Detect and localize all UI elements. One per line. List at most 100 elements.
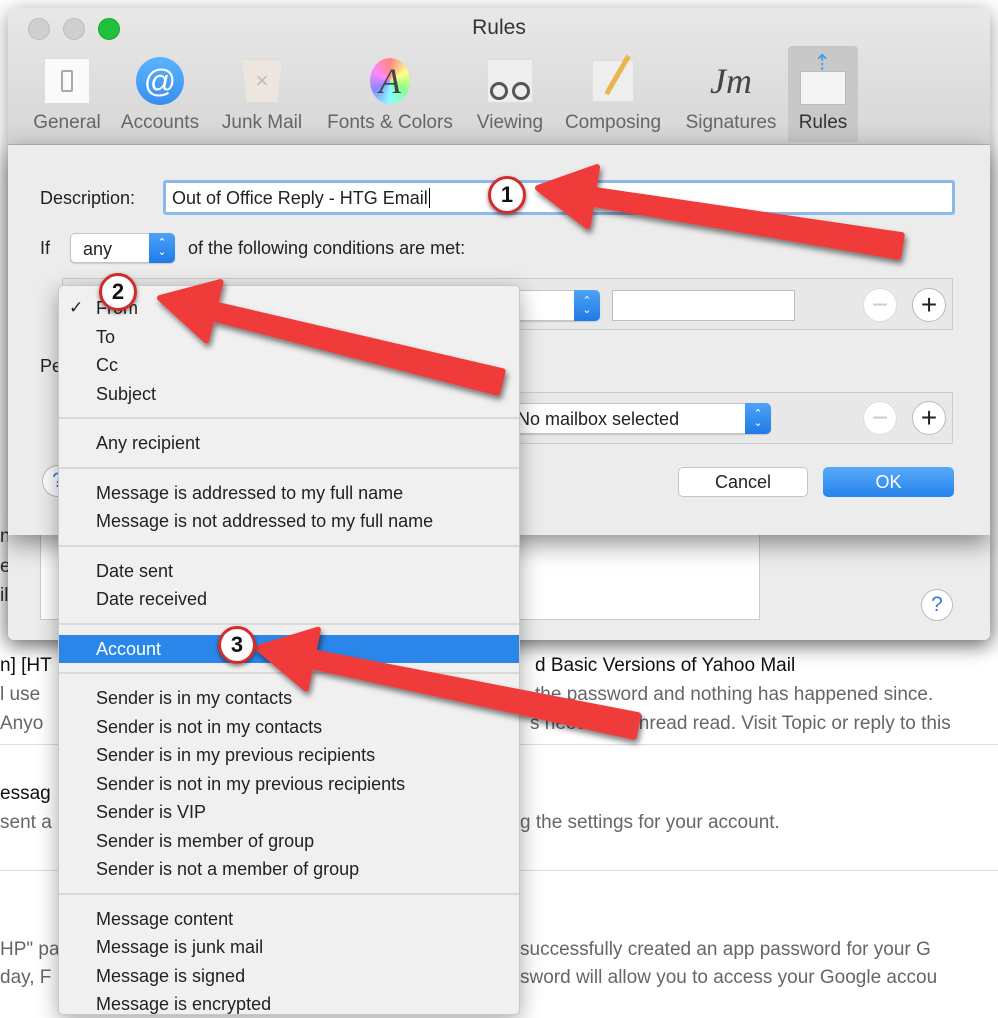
rules-envelope-icon: ⇡: [798, 50, 848, 106]
at-icon: @: [135, 56, 185, 106]
stepper-icon: ⌃ ⌄: [745, 403, 771, 434]
tab-label: Signatures: [685, 112, 777, 133]
menu-separator: [59, 892, 519, 895]
menu-item-label: Sender is member of group: [96, 830, 315, 851]
remove-action-button[interactable]: −: [863, 401, 897, 435]
menu-item-label: Sender is not a member of group: [96, 859, 360, 879]
tab-label: General: [33, 112, 101, 133]
tab-signatures[interactable]: Jm Signatures: [676, 46, 786, 142]
menu-item-label: To: [96, 326, 116, 347]
menu-item-label: Any recipient: [96, 433, 201, 453]
tab-viewing[interactable]: Viewing: [468, 46, 552, 142]
tab-junk-mail[interactable]: × Junk Mail: [214, 46, 310, 142]
menu-item-any-recipient[interactable]: Any recipient: [59, 429, 519, 457]
if-label: If: [40, 238, 51, 258]
menu-item-sender-is-not-in-my-previous-recipients[interactable]: Sender is not in my previous recipients: [59, 770, 519, 798]
description-input[interactable]: Out of Office Reply - HTG Email: [163, 180, 955, 215]
menu-item-cc[interactable]: Cc: [59, 351, 519, 379]
bg-text: HP" pa: [0, 939, 60, 960]
menu-item-sender-is-in-my-previous-recipients[interactable]: Sender is in my previous recipients: [59, 741, 519, 769]
bg-text: essag: [0, 783, 51, 804]
menu-item-label: Sender is not in my previous recipients: [96, 773, 406, 794]
window-title: Rules: [472, 16, 526, 39]
menu-item-label: Subject: [96, 383, 157, 404]
mailbox-select-value: No mailbox selected: [517, 409, 680, 429]
annotation-badge-1: 1: [488, 176, 526, 214]
tab-rules[interactable]: ⇡ Rules: [788, 46, 858, 142]
tab-composing[interactable]: Composing: [560, 46, 666, 142]
trash-icon: ×: [237, 56, 287, 106]
menu-item-label: Message content: [96, 908, 234, 929]
match-select[interactable]: any ⌃ ⌄: [70, 233, 175, 263]
menu-item-date-received[interactable]: Date received: [59, 585, 519, 613]
menu-item-label: Message is signed: [96, 965, 246, 986]
tab-label: Rules: [798, 112, 848, 133]
tab-accounts[interactable]: @ Accounts: [114, 46, 206, 142]
add-action-button[interactable]: +: [912, 401, 946, 435]
menu-item-label: Sender is VIP: [96, 802, 207, 822]
menu-item-sender-is-not-a-member-of-group[interactable]: Sender is not a member of group: [59, 855, 519, 883]
menu-separator: [59, 466, 519, 469]
mailbox-select[interactable]: No mailbox selected ⌃ ⌄: [503, 403, 771, 434]
bg-text: Anyo: [0, 713, 44, 734]
help-button[interactable]: ?: [921, 589, 953, 621]
menu-item-sender-is-vip[interactable]: Sender is VIP: [59, 798, 519, 826]
condition-value-input[interactable]: [612, 290, 795, 321]
menu-item-label: Sender is in my contacts: [96, 688, 293, 708]
menu-item-message-is-signed[interactable]: Message is signed: [59, 962, 519, 990]
menu-item-label: Cc: [96, 355, 118, 375]
menu-item-account[interactable]: Account: [59, 634, 519, 663]
remove-condition-button[interactable]: −: [863, 288, 897, 322]
menu-separator: [59, 622, 519, 625]
stepper-icon: ⌃ ⌄: [149, 233, 175, 263]
condition-dropdown-menu: ✓FromToCcSubjectAny recipientMessage is …: [58, 285, 520, 1015]
menu-item-label: Message is junk mail: [96, 937, 264, 957]
menu-separator: [59, 417, 519, 419]
tab-label: Viewing: [476, 112, 544, 133]
bg-text: the password and nothing has happened si…: [535, 684, 934, 705]
menu-item-sender-is-member-of-group[interactable]: Sender is member of group: [59, 827, 519, 855]
menu-item-label: Sender is in my previous recipients: [96, 745, 376, 765]
bg-text: n] [HT: [0, 655, 52, 676]
menu-item-message-is-not-addressed-to-my-full-name[interactable]: Message is not addressed to my full name: [59, 507, 519, 535]
menu-item-label: Message is encrypted: [96, 994, 272, 1014]
glasses-icon: [485, 56, 535, 106]
description-label: Description:: [40, 188, 136, 208]
menu-item-message-is-junk-mail[interactable]: Message is junk mail: [59, 933, 519, 961]
match-select-value: any: [83, 239, 113, 259]
menu-item-label: Date received: [96, 589, 208, 609]
signature-icon: Jm: [710, 61, 752, 101]
menu-item-label: Sender is not in my contacts: [96, 716, 323, 737]
menu-item-label: Message is addressed to my full name: [96, 482, 404, 503]
tab-label: Composing: [564, 112, 662, 133]
cancel-button[interactable]: Cancel: [678, 467, 808, 497]
annotation-badge-2: 2: [99, 273, 137, 311]
menu-item-label: Date sent: [96, 560, 174, 581]
bg-text: sent a: [0, 812, 52, 833]
ok-button[interactable]: OK: [823, 467, 954, 497]
tab-general[interactable]: General: [24, 46, 110, 142]
bg-text: l use: [0, 684, 41, 705]
switch-icon: [42, 56, 92, 106]
menu-separator: [59, 672, 519, 674]
bg-text: d Basic Versions of Yahoo Mail: [535, 655, 796, 676]
conditions-text: of the following conditions are met:: [188, 238, 466, 258]
menu-item-message-is-encrypted[interactable]: Message is encrypted: [59, 990, 519, 1018]
menu-item-label: Message is not addressed to my full name: [96, 511, 434, 531]
bg-text: g the settings for your account.: [520, 812, 780, 833]
tab-label: Accounts: [120, 112, 200, 133]
menu-item-date-sent[interactable]: Date sent: [59, 557, 519, 585]
tab-fonts-colors[interactable]: A Fonts & Colors: [318, 46, 462, 142]
menu-item-subject[interactable]: Subject: [59, 380, 519, 408]
bg-text: s needs the thread read. Visit Topic or …: [530, 713, 951, 734]
menu-item-sender-is-not-in-my-contacts[interactable]: Sender is not in my contacts: [59, 713, 519, 741]
menu-item-to[interactable]: To: [59, 323, 519, 351]
menu-item-sender-is-in-my-contacts[interactable]: Sender is in my contacts: [59, 684, 519, 712]
description-value: Out of Office Reply - HTG Email: [172, 188, 428, 208]
tab-label: Junk Mail: [221, 112, 303, 133]
add-condition-button[interactable]: +: [912, 288, 946, 322]
menu-item-message-is-addressed-to-my-full-name[interactable]: Message is addressed to my full name: [59, 479, 519, 507]
bg-text: day, F: [0, 967, 52, 988]
font-icon: A: [365, 56, 415, 106]
menu-item-message-content[interactable]: Message content: [59, 905, 519, 933]
